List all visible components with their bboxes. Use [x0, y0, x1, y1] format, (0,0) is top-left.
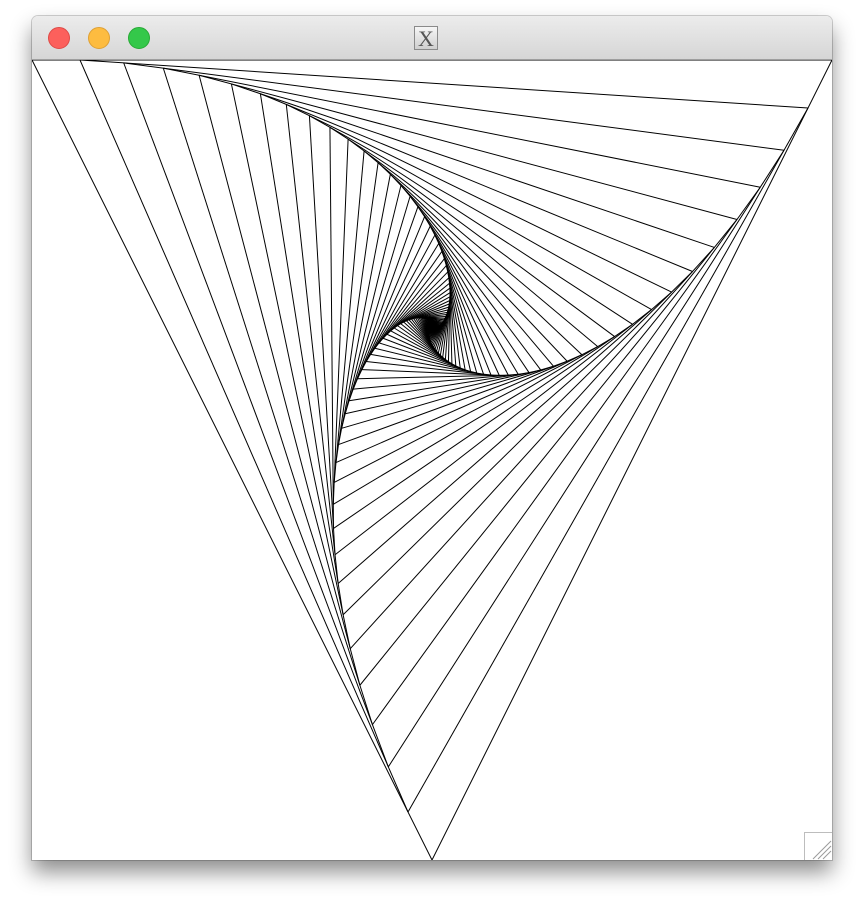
pattern-line: [335, 162, 379, 463]
pattern-line: [333, 150, 365, 483]
x-window-icon: X: [414, 26, 438, 51]
pattern-line: [162, 67, 373, 725]
pattern-line: [332, 139, 349, 505]
pattern-line: [123, 62, 785, 151]
drawing-canvas: [32, 60, 832, 860]
pattern-line: [431, 60, 832, 860]
app-window: X: [32, 16, 832, 860]
resize-grip-icon[interactable]: [805, 833, 832, 860]
pattern-line: [387, 149, 785, 768]
pattern-line: [198, 74, 738, 220]
pattern-line: [329, 126, 633, 325]
pattern-line: [407, 107, 809, 813]
pattern-lines: [32, 60, 832, 860]
pursuit-pattern: [32, 60, 832, 860]
pattern-line: [308, 115, 336, 555]
pattern-line: [338, 174, 391, 445]
pattern-line: [361, 369, 500, 376]
title-bar[interactable]: X: [32, 16, 832, 60]
pattern-line: [79, 60, 809, 109]
minimize-button[interactable]: [88, 27, 110, 49]
pattern-line: [286, 103, 672, 293]
pattern-line: [123, 62, 389, 768]
pattern-line: [366, 361, 492, 376]
pattern-line: [231, 83, 715, 248]
pattern-line: [163, 67, 761, 188]
pattern-line: [79, 60, 409, 813]
close-button[interactable]: [48, 27, 70, 49]
pattern-line: [333, 346, 598, 483]
pattern-line: [438, 243, 492, 376]
pattern-line: [359, 219, 738, 686]
pattern-line: [198, 75, 361, 686]
pattern-line: [32, 60, 433, 860]
resize-grip[interactable]: [804, 832, 832, 860]
pattern-line: [335, 354, 583, 463]
zoom-button[interactable]: [128, 27, 150, 49]
